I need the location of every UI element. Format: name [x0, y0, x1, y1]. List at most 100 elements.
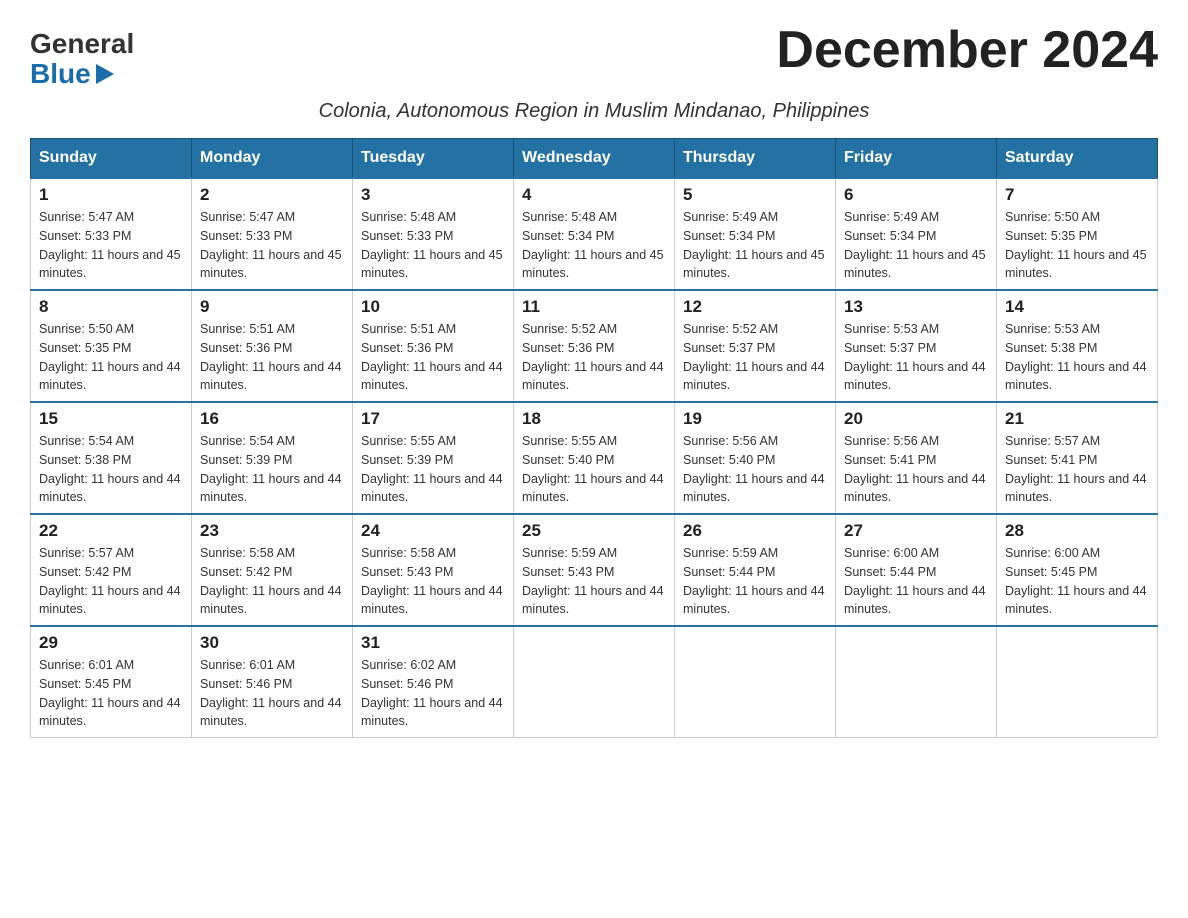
calendar-cell: [997, 626, 1158, 738]
calendar-cell: 8 Sunrise: 5:50 AM Sunset: 5:35 PM Dayli…: [31, 290, 192, 402]
day-info: Sunrise: 5:55 AM Sunset: 5:40 PM Dayligh…: [522, 432, 666, 507]
day-number: 21: [1005, 409, 1149, 429]
day-info: Sunrise: 5:58 AM Sunset: 5:43 PM Dayligh…: [361, 544, 505, 619]
day-info: Sunrise: 5:49 AM Sunset: 5:34 PM Dayligh…: [844, 208, 988, 283]
day-info: Sunrise: 5:48 AM Sunset: 5:34 PM Dayligh…: [522, 208, 666, 283]
day-info: Sunrise: 6:01 AM Sunset: 5:45 PM Dayligh…: [39, 656, 183, 731]
calendar-cell: 29 Sunrise: 6:01 AM Sunset: 5:45 PM Dayl…: [31, 626, 192, 738]
week-row-1: 1 Sunrise: 5:47 AM Sunset: 5:33 PM Dayli…: [31, 178, 1158, 290]
calendar-cell: 9 Sunrise: 5:51 AM Sunset: 5:36 PM Dayli…: [192, 290, 353, 402]
day-info: Sunrise: 5:59 AM Sunset: 5:43 PM Dayligh…: [522, 544, 666, 619]
calendar-cell: 17 Sunrise: 5:55 AM Sunset: 5:39 PM Dayl…: [353, 402, 514, 514]
day-info: Sunrise: 5:57 AM Sunset: 5:41 PM Dayligh…: [1005, 432, 1149, 507]
page-title: December 2024: [776, 20, 1158, 80]
week-row-3: 15 Sunrise: 5:54 AM Sunset: 5:38 PM Dayl…: [31, 402, 1158, 514]
logo: General Blue: [30, 30, 134, 90]
day-number: 4: [522, 185, 666, 205]
logo-blue-text: Blue: [30, 58, 115, 90]
day-info: Sunrise: 5:52 AM Sunset: 5:36 PM Dayligh…: [522, 320, 666, 395]
day-info: Sunrise: 5:47 AM Sunset: 5:33 PM Dayligh…: [39, 208, 183, 283]
day-info: Sunrise: 5:53 AM Sunset: 5:37 PM Dayligh…: [844, 320, 988, 395]
day-info: Sunrise: 5:54 AM Sunset: 5:39 PM Dayligh…: [200, 432, 344, 507]
day-number: 20: [844, 409, 988, 429]
day-number: 23: [200, 521, 344, 541]
calendar-cell: 12 Sunrise: 5:52 AM Sunset: 5:37 PM Dayl…: [675, 290, 836, 402]
day-info: Sunrise: 5:51 AM Sunset: 5:36 PM Dayligh…: [200, 320, 344, 395]
calendar-cell: 4 Sunrise: 5:48 AM Sunset: 5:34 PM Dayli…: [514, 178, 675, 290]
day-number: 2: [200, 185, 344, 205]
weekday-header-thursday: Thursday: [675, 139, 836, 179]
day-number: 31: [361, 633, 505, 653]
day-number: 13: [844, 297, 988, 317]
day-number: 12: [683, 297, 827, 317]
day-info: Sunrise: 5:49 AM Sunset: 5:34 PM Dayligh…: [683, 208, 827, 283]
day-number: 1: [39, 185, 183, 205]
calendar-cell: 27 Sunrise: 6:00 AM Sunset: 5:44 PM Dayl…: [836, 514, 997, 626]
day-number: 10: [361, 297, 505, 317]
calendar-cell: 31 Sunrise: 6:02 AM Sunset: 5:46 PM Dayl…: [353, 626, 514, 738]
calendar-cell: 2 Sunrise: 5:47 AM Sunset: 5:33 PM Dayli…: [192, 178, 353, 290]
day-number: 8: [39, 297, 183, 317]
calendar-cell: 11 Sunrise: 5:52 AM Sunset: 5:36 PM Dayl…: [514, 290, 675, 402]
day-info: Sunrise: 5:47 AM Sunset: 5:33 PM Dayligh…: [200, 208, 344, 283]
calendar-cell: 16 Sunrise: 5:54 AM Sunset: 5:39 PM Dayl…: [192, 402, 353, 514]
weekday-header-monday: Monday: [192, 139, 353, 179]
week-row-2: 8 Sunrise: 5:50 AM Sunset: 5:35 PM Dayli…: [31, 290, 1158, 402]
calendar-cell: 5 Sunrise: 5:49 AM Sunset: 5:34 PM Dayli…: [675, 178, 836, 290]
calendar-cell: 18 Sunrise: 5:55 AM Sunset: 5:40 PM Dayl…: [514, 402, 675, 514]
day-number: 29: [39, 633, 183, 653]
day-number: 30: [200, 633, 344, 653]
day-number: 7: [1005, 185, 1149, 205]
calendar-cell: 26 Sunrise: 5:59 AM Sunset: 5:44 PM Dayl…: [675, 514, 836, 626]
day-info: Sunrise: 6:02 AM Sunset: 5:46 PM Dayligh…: [361, 656, 505, 731]
day-number: 25: [522, 521, 666, 541]
calendar-cell: 3 Sunrise: 5:48 AM Sunset: 5:33 PM Dayli…: [353, 178, 514, 290]
calendar-cell: 7 Sunrise: 5:50 AM Sunset: 5:35 PM Dayli…: [997, 178, 1158, 290]
day-number: 24: [361, 521, 505, 541]
day-number: 9: [200, 297, 344, 317]
calendar-cell: 23 Sunrise: 5:58 AM Sunset: 5:42 PM Dayl…: [192, 514, 353, 626]
day-number: 28: [1005, 521, 1149, 541]
day-number: 27: [844, 521, 988, 541]
day-number: 6: [844, 185, 988, 205]
calendar-table: SundayMondayTuesdayWednesdayThursdayFrid…: [30, 138, 1158, 738]
day-info: Sunrise: 5:54 AM Sunset: 5:38 PM Dayligh…: [39, 432, 183, 507]
day-number: 17: [361, 409, 505, 429]
calendar-cell: 30 Sunrise: 6:01 AM Sunset: 5:46 PM Dayl…: [192, 626, 353, 738]
calendar-cell: 19 Sunrise: 5:56 AM Sunset: 5:40 PM Dayl…: [675, 402, 836, 514]
weekday-header-tuesday: Tuesday: [353, 139, 514, 179]
logo-triangle-icon: [96, 64, 114, 84]
day-info: Sunrise: 5:52 AM Sunset: 5:37 PM Dayligh…: [683, 320, 827, 395]
logo-general-text: General: [30, 30, 134, 58]
day-info: Sunrise: 5:57 AM Sunset: 5:42 PM Dayligh…: [39, 544, 183, 619]
day-number: 19: [683, 409, 827, 429]
day-info: Sunrise: 5:56 AM Sunset: 5:40 PM Dayligh…: [683, 432, 827, 507]
day-number: 26: [683, 521, 827, 541]
day-info: Sunrise: 5:53 AM Sunset: 5:38 PM Dayligh…: [1005, 320, 1149, 395]
day-number: 15: [39, 409, 183, 429]
subtitle: Colonia, Autonomous Region in Muslim Min…: [30, 100, 1158, 123]
calendar-cell: 24 Sunrise: 5:58 AM Sunset: 5:43 PM Dayl…: [353, 514, 514, 626]
day-info: Sunrise: 6:01 AM Sunset: 5:46 PM Dayligh…: [200, 656, 344, 731]
calendar-cell: 6 Sunrise: 5:49 AM Sunset: 5:34 PM Dayli…: [836, 178, 997, 290]
day-number: 5: [683, 185, 827, 205]
day-number: 11: [522, 297, 666, 317]
day-number: 22: [39, 521, 183, 541]
calendar-cell: 15 Sunrise: 5:54 AM Sunset: 5:38 PM Dayl…: [31, 402, 192, 514]
calendar-cell: 1 Sunrise: 5:47 AM Sunset: 5:33 PM Dayli…: [31, 178, 192, 290]
weekday-header-saturday: Saturday: [997, 139, 1158, 179]
calendar-cell: 20 Sunrise: 5:56 AM Sunset: 5:41 PM Dayl…: [836, 402, 997, 514]
day-info: Sunrise: 6:00 AM Sunset: 5:45 PM Dayligh…: [1005, 544, 1149, 619]
weekday-header-wednesday: Wednesday: [514, 139, 675, 179]
day-info: Sunrise: 5:59 AM Sunset: 5:44 PM Dayligh…: [683, 544, 827, 619]
calendar-cell: 22 Sunrise: 5:57 AM Sunset: 5:42 PM Dayl…: [31, 514, 192, 626]
weekday-header-friday: Friday: [836, 139, 997, 179]
calendar-cell: 25 Sunrise: 5:59 AM Sunset: 5:43 PM Dayl…: [514, 514, 675, 626]
weekday-header-row: SundayMondayTuesdayWednesdayThursdayFrid…: [31, 139, 1158, 179]
day-number: 16: [200, 409, 344, 429]
calendar-cell: 14 Sunrise: 5:53 AM Sunset: 5:38 PM Dayl…: [997, 290, 1158, 402]
calendar-cell: 10 Sunrise: 5:51 AM Sunset: 5:36 PM Dayl…: [353, 290, 514, 402]
day-number: 18: [522, 409, 666, 429]
day-info: Sunrise: 5:51 AM Sunset: 5:36 PM Dayligh…: [361, 320, 505, 395]
day-info: Sunrise: 5:56 AM Sunset: 5:41 PM Dayligh…: [844, 432, 988, 507]
